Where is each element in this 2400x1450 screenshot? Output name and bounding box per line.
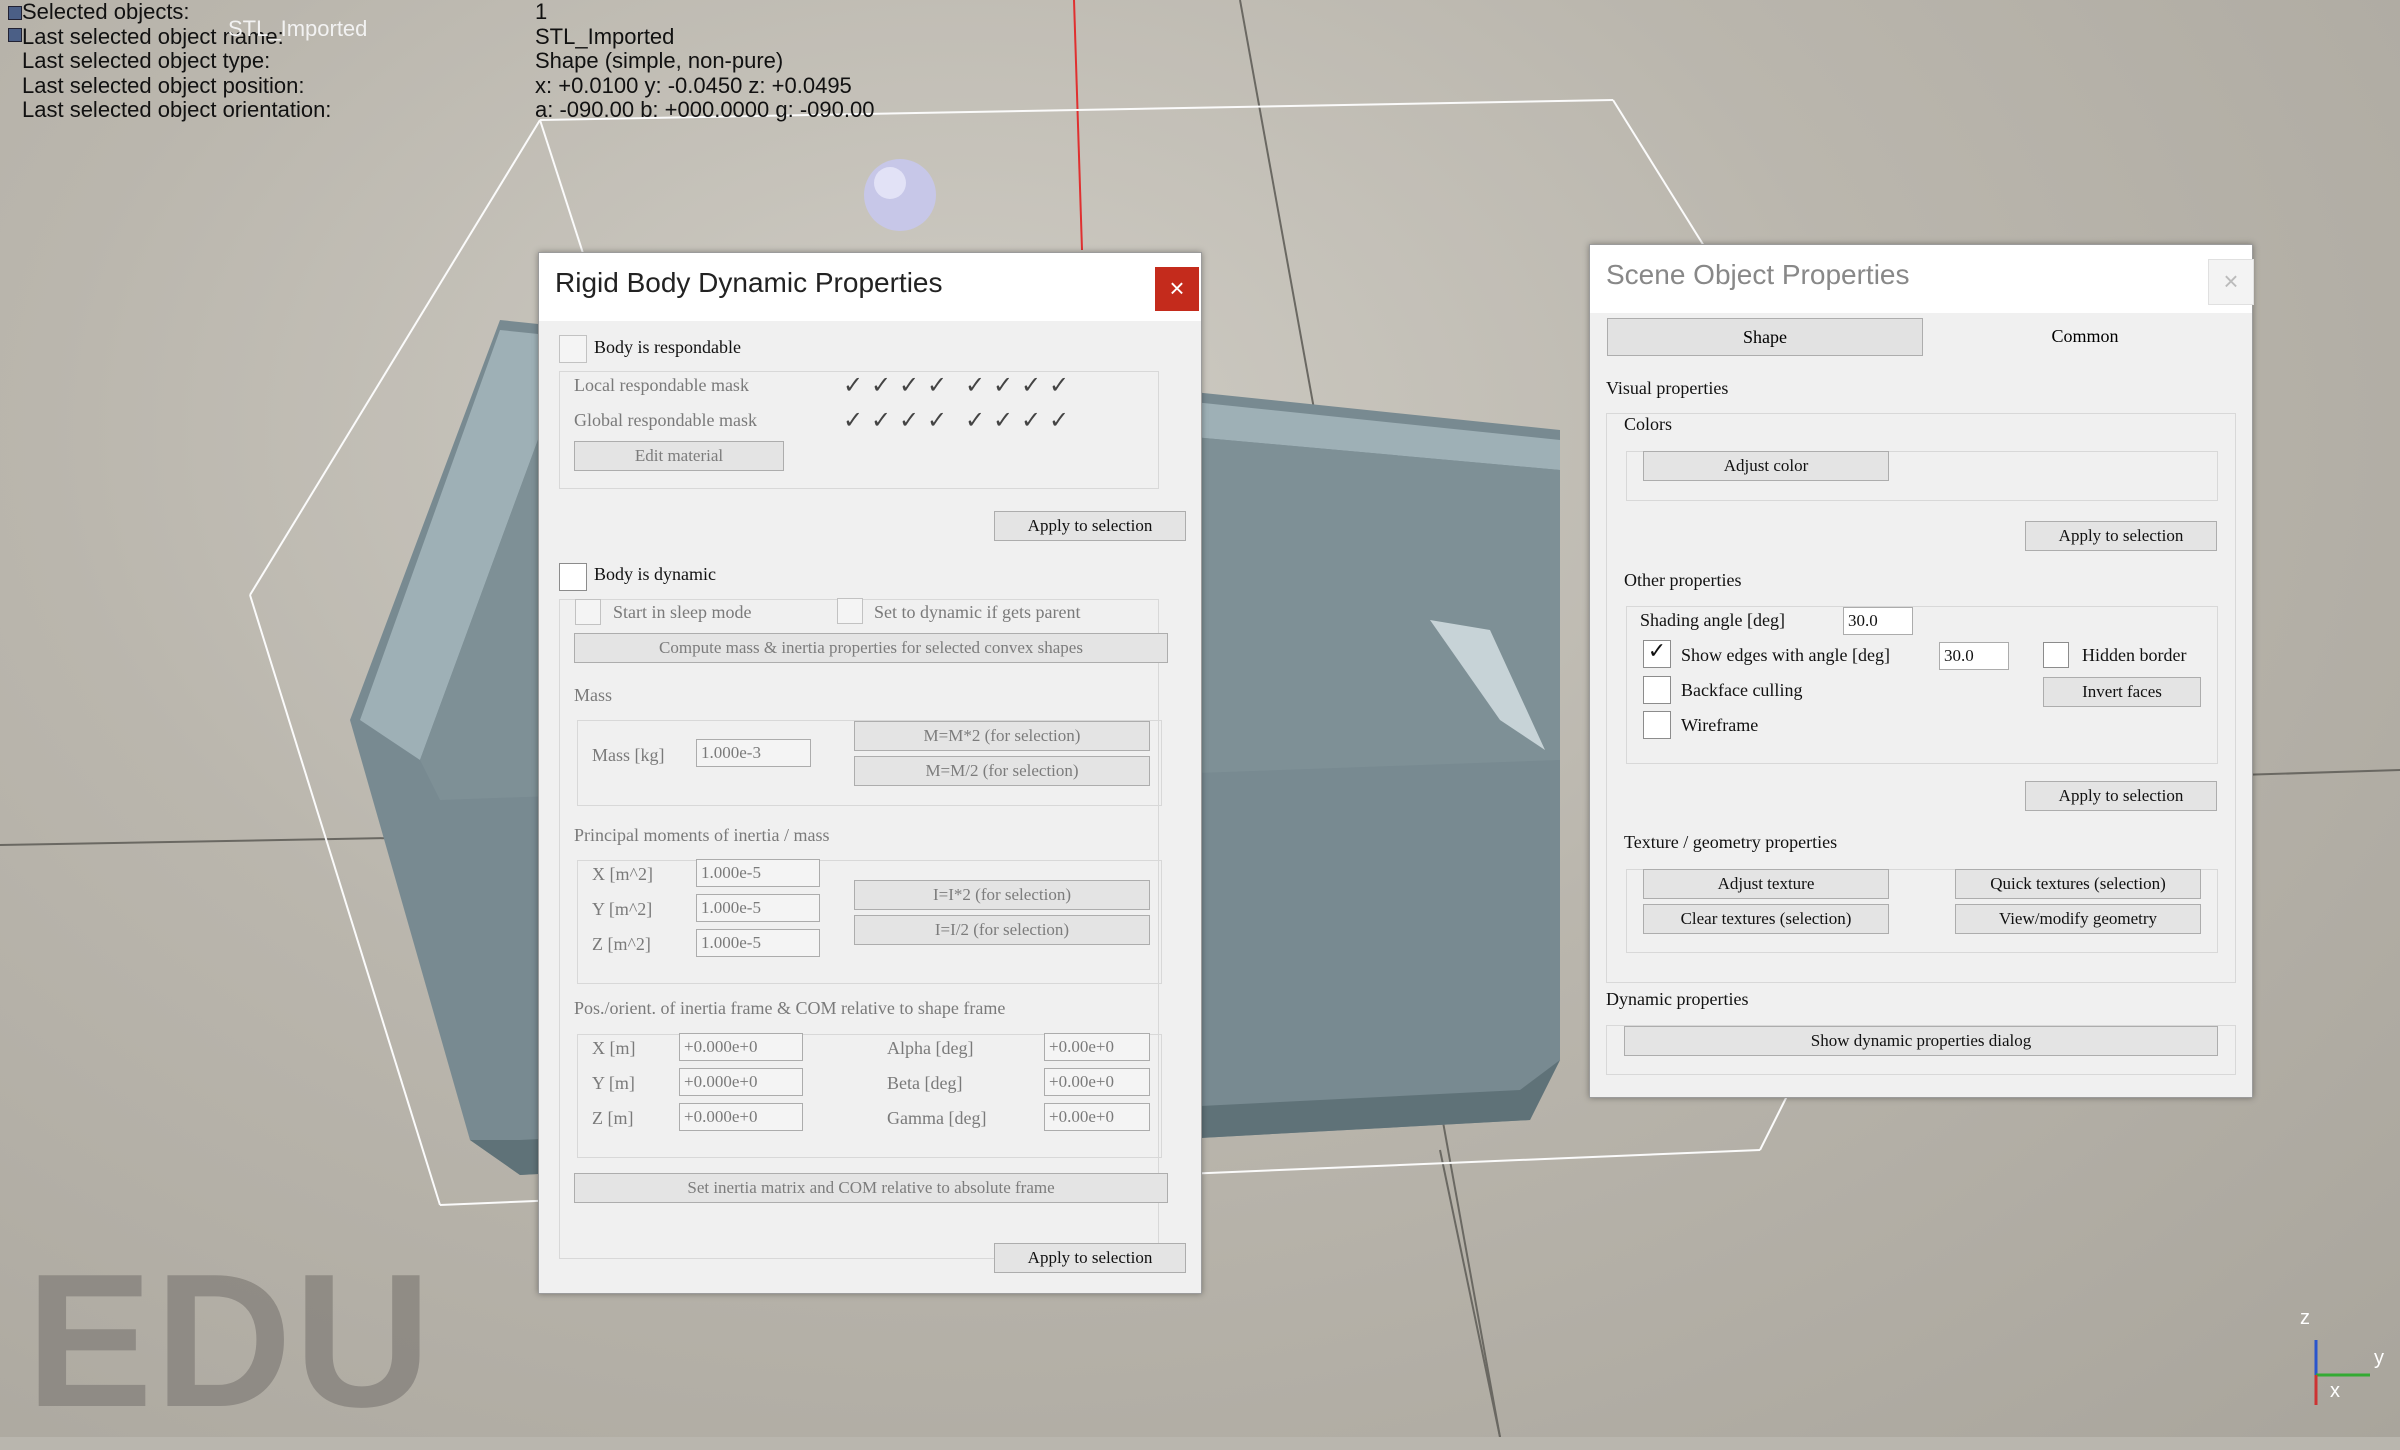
inertia-y-label: Y [m^2] — [592, 899, 653, 919]
info-marker-icon — [8, 28, 22, 42]
tab-common[interactable]: Common — [1927, 318, 2243, 356]
alpha-field[interactable] — [1044, 1033, 1150, 1061]
mass-header: Mass — [574, 685, 613, 705]
quick-textures-button[interactable]: Quick textures (selection) — [1955, 869, 2201, 899]
local-mask-checks[interactable]: ✓ ✓ ✓ ✓ ✓ ✓ ✓ ✓ — [839, 373, 1073, 397]
pos-z-field[interactable] — [679, 1103, 803, 1131]
inertia-z-label: Z [m^2] — [592, 934, 651, 954]
edu-watermark: EDU — [26, 1235, 434, 1447]
inertia-x-field[interactable] — [696, 859, 820, 887]
info-row: Last selected object position: x: +0.0100… — [22, 72, 852, 98]
inertia-z-field[interactable] — [696, 929, 820, 957]
hidden-border-checkbox[interactable] — [2043, 642, 2069, 668]
inertia-double-button[interactable]: I=I*2 (for selection) — [854, 880, 1150, 910]
local-mask-label: Local respondable mask — [574, 375, 749, 395]
pos-y-field[interactable] — [679, 1068, 803, 1096]
backface-culling-checkbox[interactable] — [1643, 676, 1671, 704]
axis-z-label: z — [2300, 1307, 2310, 1329]
wireframe-label: Wireframe — [1681, 715, 1759, 735]
show-dynamic-dialog-button[interactable]: Show dynamic properties dialog — [1624, 1026, 2218, 1056]
clear-textures-button[interactable]: Clear textures (selection) — [1643, 904, 1889, 934]
axis-y-label: y — [2374, 1347, 2384, 1369]
apply-selection-button[interactable]: Apply to selection — [994, 511, 1186, 541]
dynamic-label: Body is dynamic — [594, 564, 716, 584]
apply-selection-button-2[interactable]: Apply to selection — [2025, 781, 2217, 811]
pos-x-label: X [m] — [592, 1038, 636, 1058]
invert-faces-button[interactable]: Invert faces — [2043, 677, 2201, 707]
close-button[interactable]: × — [1155, 267, 1199, 311]
info-marker-icon — [8, 6, 22, 20]
selection-info: Selected objects: 1 Last selected object … — [8, 0, 874, 123]
inertia-half-button[interactable]: I=I/2 (for selection) — [854, 915, 1150, 945]
global-mask-label: Global respondable mask — [574, 410, 757, 430]
info-row: Last selected object orientation: a: -090… — [22, 97, 875, 122]
inertia-y-field[interactable] — [696, 894, 820, 922]
mass-field[interactable] — [696, 739, 811, 767]
respondable-label: Body is respondable — [594, 337, 741, 357]
scene-object-dialog: Scene Object Properties × Shape Common V… — [1589, 244, 2254, 1098]
compute-inertia-button[interactable]: Compute mass & inertia properties for se… — [574, 633, 1168, 663]
pos-orient-header: Pos./orient. of inertia frame & COM rela… — [574, 998, 1006, 1018]
beta-label: Beta [deg] — [887, 1073, 963, 1093]
dialog-title: Scene Object Properties — [1606, 259, 1910, 290]
dynamic-properties-header: Dynamic properties — [1606, 989, 1749, 1009]
mass-double-button[interactable]: M=M*2 (for selection) — [854, 721, 1150, 751]
pos-x-field[interactable] — [679, 1033, 803, 1061]
info-row: Last selected object type: Shape (simple,… — [22, 48, 784, 73]
apply-selection-button[interactable]: Apply to selection — [2025, 521, 2217, 551]
shading-angle-field[interactable] — [1843, 607, 1913, 635]
adjust-color-button[interactable]: Adjust color — [1643, 451, 1889, 481]
rigid-body-dialog: Rigid Body Dynamic Properties × Body is … — [538, 252, 1202, 1294]
colors-header: Colors — [1624, 414, 1673, 434]
set-dynamic-label: Set to dynamic if gets parent — [874, 602, 1081, 622]
dialog-title: Rigid Body Dynamic Properties — [555, 267, 943, 298]
mass-label: Mass [kg] — [592, 745, 665, 765]
info-row: Last selected object name: STL_Imported — [22, 23, 675, 49]
sleep-mode-label: Start in sleep mode — [613, 602, 752, 622]
pos-z-label: Z [m] — [592, 1108, 634, 1128]
rigid-body-titlebar[interactable]: Rigid Body Dynamic Properties — [539, 253, 1201, 321]
adjust-texture-button[interactable]: Adjust texture — [1643, 869, 1889, 899]
backface-culling-label: Backface culling — [1681, 680, 1803, 700]
shading-angle-label: Shading angle [deg] — [1640, 610, 1785, 630]
view-geometry-button[interactable]: View/modify geometry — [1955, 904, 2201, 934]
visual-properties-header: Visual properties — [1606, 378, 1729, 398]
dynamic-checkbox[interactable] — [559, 563, 587, 591]
set-inertia-absolute-button[interactable]: Set inertia matrix and COM relative to a… — [574, 1173, 1168, 1203]
mass-half-button[interactable]: M=M/2 (for selection) — [854, 756, 1150, 786]
tab-shape[interactable]: Shape — [1607, 318, 1923, 356]
axis-x-label: x — [2330, 1380, 2340, 1402]
global-mask-checks[interactable]: ✓ ✓ ✓ ✓ ✓ ✓ ✓ ✓ — [839, 408, 1073, 432]
texture-geometry-header: Texture / geometry properties — [1624, 832, 1838, 852]
edit-material-button[interactable]: Edit material — [574, 441, 784, 471]
respondable-checkbox[interactable] — [559, 335, 587, 363]
gamma-label: Gamma [deg] — [887, 1108, 987, 1128]
wireframe-checkbox[interactable] — [1643, 711, 1671, 739]
gamma-field[interactable] — [1044, 1103, 1150, 1131]
pos-y-label: Y [m] — [592, 1073, 635, 1093]
edges-angle-field[interactable] — [1939, 642, 2009, 670]
set-dynamic-checkbox[interactable] — [837, 598, 863, 624]
info-row: Selected objects: 1 — [22, 0, 548, 24]
beta-field[interactable] — [1044, 1068, 1150, 1096]
show-edges-label: Show edges with angle [deg] — [1681, 645, 1890, 665]
inertia-x-label: X [m^2] — [592, 864, 653, 884]
alpha-label: Alpha [deg] — [887, 1038, 974, 1058]
object-name-label: STL_Imported — [228, 16, 368, 41]
show-edges-checkbox[interactable]: ✓ — [1643, 640, 1671, 668]
close-button[interactable]: × — [2208, 259, 2254, 305]
apply-selection-button-2[interactable]: Apply to selection — [994, 1243, 1186, 1273]
hidden-border-label: Hidden border — [2082, 645, 2187, 665]
other-properties-header: Other properties — [1624, 570, 1742, 590]
sleep-mode-checkbox[interactable] — [575, 599, 601, 625]
inertia-header: Principal moments of inertia / mass — [574, 825, 830, 845]
scene-object-titlebar[interactable]: Scene Object Properties — [1590, 245, 2252, 313]
